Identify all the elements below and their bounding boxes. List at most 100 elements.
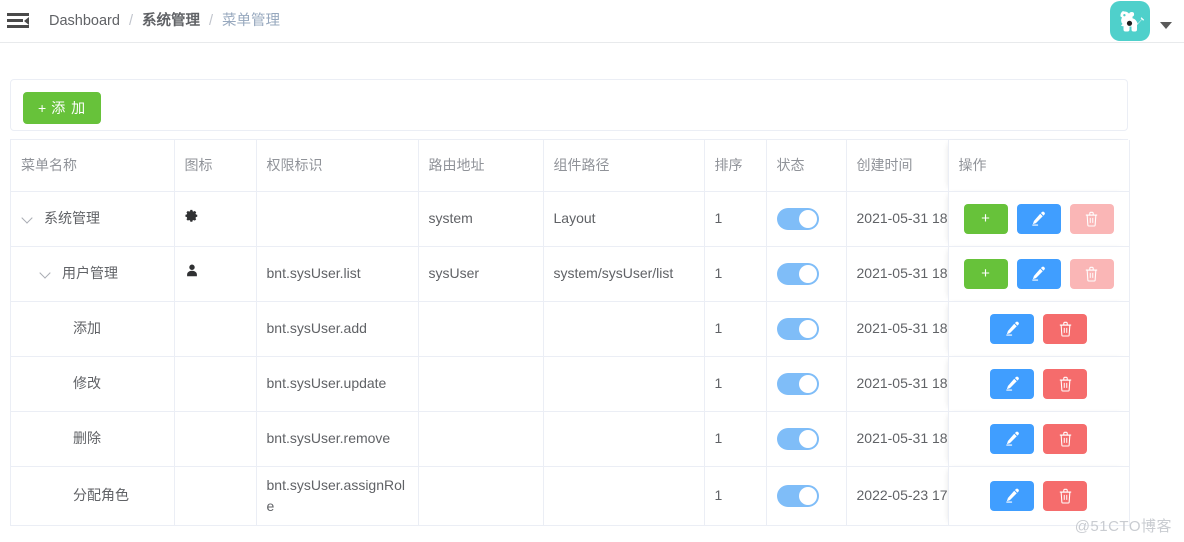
table-body: 系统管理 system Layout 1 2021-05-31 18 + 用户管理 bnt.s…: [11, 191, 1130, 526]
hamburger-bar: [7, 19, 23, 22]
page-body: + 添 加 菜单名称 图标 权限标识 路由地址 组件路径 排序 状态 创建时间 …: [0, 79, 1184, 526]
cell-operation: +: [948, 246, 1130, 302]
header-permission: 权限标识: [256, 140, 419, 192]
avatar[interactable]: [1110, 0, 1150, 41]
avatar-badge: [1126, 20, 1133, 26]
cell-permission: bnt.sysUser.update: [256, 356, 419, 412]
user-menu[interactable]: [1110, 0, 1172, 43]
toggle-knob: [798, 319, 817, 338]
tree-node: 系统管理: [11, 208, 174, 229]
cell-component: [543, 301, 705, 357]
header-route: 路由地址: [418, 140, 544, 192]
toolbar-card: + 添 加: [10, 79, 1128, 131]
pencil-edit-icon: [1005, 321, 1019, 336]
operation-buttons: [959, 423, 1119, 454]
cell-route: system: [418, 191, 544, 247]
cell-route: [418, 466, 544, 526]
cell-status: [766, 411, 847, 467]
row-edit-button[interactable]: [990, 368, 1034, 399]
cell-created-time: 2021-05-31 18: [846, 301, 949, 357]
cell-status: [766, 246, 847, 302]
menu-name-label: 系统管理: [44, 210, 100, 226]
row-delete-button[interactable]: [1043, 368, 1087, 399]
cell-route: [418, 356, 544, 412]
collapse-arrow-icon: [24, 17, 29, 25]
user-icon: [186, 264, 197, 277]
cell-component: [543, 466, 705, 526]
toggle-knob: [798, 374, 817, 393]
cell-permission: [256, 191, 419, 247]
toggle-knob: [798, 209, 817, 228]
row-delete-button[interactable]: [1043, 423, 1087, 454]
user-avatar-cartoon-icon: [1120, 10, 1145, 31]
status-toggle[interactable]: [776, 372, 819, 395]
header-icon: 图标: [174, 140, 257, 192]
pencil-edit-icon: [1005, 488, 1019, 503]
row-edit-button[interactable]: [990, 313, 1034, 344]
row-edit-button[interactable]: [990, 480, 1034, 511]
row-edit-button[interactable]: [1016, 203, 1061, 234]
cell-operation: [948, 466, 1130, 526]
status-toggle[interactable]: [776, 317, 819, 340]
row-add-button[interactable]: +: [963, 203, 1008, 234]
tree-node: 用户管理: [11, 263, 174, 284]
breadcrumb-item-menu-management: 菜单管理: [222, 12, 280, 29]
status-toggle[interactable]: [776, 262, 819, 285]
cell-sort: 1: [704, 191, 767, 247]
breadcrumb-separator: /: [208, 12, 213, 29]
cell-menu-name: 删除: [11, 411, 175, 467]
breadcrumb-item-system-management[interactable]: 系统管理: [142, 14, 200, 29]
menu-name-label: 添加: [73, 320, 101, 336]
status-toggle[interactable]: [776, 427, 819, 450]
table-row: 分配角色 bnt.sysUser.assignRole 1 2022-05-23 17: [11, 466, 1130, 526]
pencil-edit-icon: [1032, 266, 1045, 281]
cell-icon: [174, 411, 257, 467]
add-button[interactable]: + 添 加: [23, 92, 102, 124]
row-add-button[interactable]: +: [963, 258, 1008, 289]
hamburger-collapse-icon[interactable]: [7, 12, 29, 30]
cell-sort: 1: [704, 356, 767, 412]
row-edit-button[interactable]: [990, 423, 1034, 454]
cell-created-time: 2021-05-31 18: [846, 356, 949, 412]
menu-name-label: 用户管理: [62, 265, 118, 281]
cell-menu-name: 添加: [11, 301, 175, 357]
cell-sort: 1: [704, 411, 767, 467]
cell-menu-name: 修改: [11, 356, 175, 412]
table-row: 修改 bnt.sysUser.update 1 2021-05-31 18: [11, 356, 1130, 412]
header-sort: 排序: [704, 140, 767, 192]
row-edit-button[interactable]: [1016, 258, 1061, 289]
tree-node: 删除: [11, 428, 174, 449]
row-delete-button[interactable]: [1043, 313, 1087, 344]
cell-permission: bnt.sysUser.add: [256, 301, 419, 357]
cell-icon: [174, 191, 257, 247]
menu-name-label: 修改: [73, 375, 101, 391]
operation-buttons: [959, 368, 1119, 399]
cell-permission: bnt.sysUser.remove: [256, 411, 419, 467]
header-component: 组件路径: [543, 140, 705, 192]
menu-table-card: 菜单名称 图标 权限标识 路由地址 组件路径 排序 状态 创建时间 操作 系统管…: [10, 139, 1130, 526]
hamburger-bar: [7, 25, 29, 28]
cell-created-time: 2021-05-31 18: [846, 191, 949, 247]
cell-operation: [948, 411, 1130, 467]
cell-created-time: 2021-05-31 18: [846, 411, 949, 467]
table-row: 系统管理 system Layout 1 2021-05-31 18 +: [11, 191, 1130, 247]
cell-route: sysUser: [418, 246, 544, 302]
chevron-down-icon[interactable]: [39, 267, 53, 281]
chevron-down-icon[interactable]: [1160, 22, 1172, 29]
cell-sort: 1: [704, 301, 767, 357]
operation-buttons: +: [959, 258, 1119, 289]
menu-table: 菜单名称 图标 权限标识 路由地址 组件路径 排序 状态 创建时间 操作 系统管…: [11, 140, 1130, 526]
status-toggle[interactable]: [776, 484, 819, 507]
toggle-knob: [798, 429, 817, 448]
hamburger-bar: [7, 13, 29, 16]
breadcrumb-item-dashboard[interactable]: Dashboard: [49, 14, 120, 29]
chevron-down-icon[interactable]: [21, 212, 35, 226]
top-navbar: Dashboard / 系统管理 / 菜单管理: [0, 0, 1184, 43]
row-delete-button[interactable]: [1043, 480, 1087, 511]
cell-created-time: 2021-05-31 18: [846, 246, 949, 302]
cell-menu-name: 用户管理: [11, 246, 175, 302]
cell-component: Layout: [543, 191, 705, 247]
breadcrumb: Dashboard / 系统管理 / 菜单管理: [49, 14, 280, 29]
cell-component: [543, 356, 705, 412]
status-toggle[interactable]: [776, 207, 819, 230]
